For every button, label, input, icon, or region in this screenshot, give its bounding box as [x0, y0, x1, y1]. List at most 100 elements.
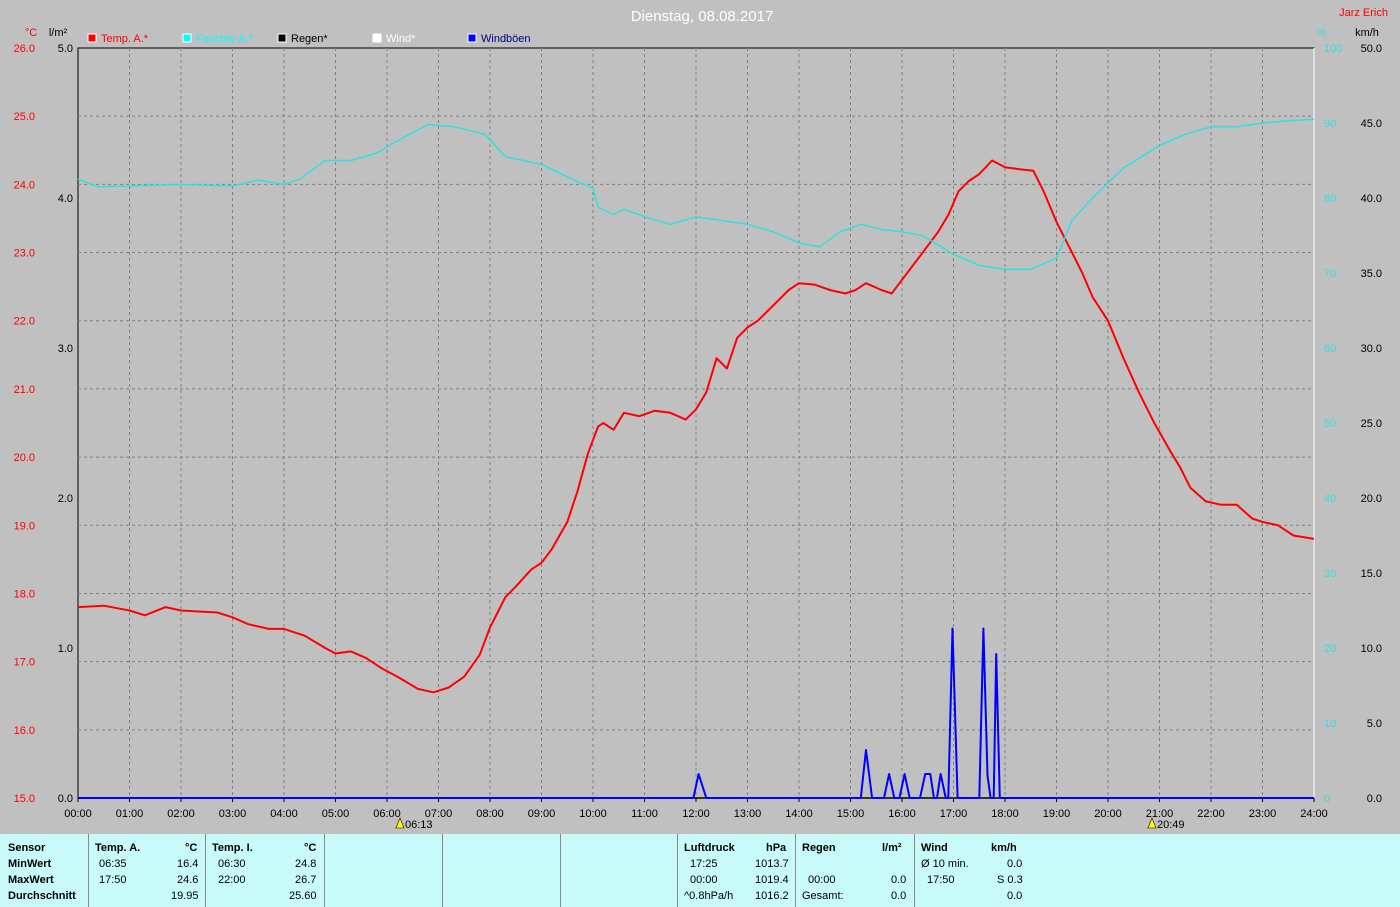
temp-unit-label: °C — [25, 27, 37, 39]
x-tick-label: 00:00 — [64, 808, 92, 820]
x-tick-label: 23:00 — [1249, 808, 1277, 820]
x-tick-label: 12:00 — [682, 808, 710, 820]
temp-i-max-time: 22:00 — [218, 874, 246, 886]
x-tick-label: 20:00 — [1094, 808, 1122, 820]
temp-i-min-time: 06:30 — [218, 858, 246, 870]
stats-col-rain: Regen l/m² 00:00 0.0 Gesamt: 0.0 — [796, 834, 915, 907]
humidity-tick-label: 50 — [1324, 418, 1336, 430]
x-tick-label: 02:00 — [167, 808, 195, 820]
pressure-max-time: 00:00 — [690, 874, 718, 886]
temp-a-unit: °C — [185, 842, 198, 854]
wind-tick-label: 50.0 — [1361, 43, 1382, 55]
sunset-time: 20:49 — [1157, 819, 1185, 830]
humidity-tick-label: 20 — [1324, 643, 1336, 655]
stats-col-empty-2 — [443, 834, 561, 907]
wind-tick-label: 30.0 — [1361, 343, 1382, 355]
legend-label-humidity: Feuchte A.* — [196, 33, 254, 45]
stats-col-wind: Wind km/h Ø 10 min. 0.0 17:50 S 0.3 0.0 — [915, 834, 1032, 907]
x-tick-label: 08:00 — [476, 808, 504, 820]
temp-tick-label: 24.0 — [14, 179, 35, 191]
row-label-avg: Durchschnitt — [8, 890, 76, 902]
rain-max-time: 00:00 — [808, 874, 836, 886]
temp-tick-label: 22.0 — [14, 316, 35, 328]
x-tick-label: 10:00 — [579, 808, 607, 820]
x-tick-label: 16:00 — [888, 808, 916, 820]
x-tick-label: 04:00 — [270, 808, 298, 820]
temp-tick-label: 20.0 — [14, 452, 35, 464]
wind-tick-label: 15.0 — [1361, 568, 1382, 580]
temp-tick-label: 15.0 — [14, 793, 35, 805]
legend-item-wind[interactable]: Wind* — [372, 33, 416, 45]
temp-tick-label: 17.0 — [14, 657, 35, 669]
x-tick-label: 13:00 — [734, 808, 762, 820]
wind-tick-label: 5.0 — [1367, 718, 1382, 730]
x-tick-label: 06:00 — [373, 808, 401, 820]
wind-tick-label: 35.0 — [1361, 268, 1382, 280]
wind-avg: 0.0 — [1007, 890, 1023, 902]
wind-tick-label: 20.0 — [1361, 493, 1382, 505]
wind-avg10: 0.0 — [1007, 858, 1023, 870]
temp-a-max: 24.6 — [177, 874, 199, 886]
rain-tick-label: 0.0 — [58, 793, 73, 805]
humidity-tick-label: 40 — [1324, 493, 1336, 505]
temp-i-unit: °C — [304, 842, 317, 854]
legend-item-rain[interactable]: Regen* — [277, 33, 328, 45]
temp-i-max: 26.7 — [295, 874, 317, 886]
legend-item-humidity[interactable]: Feuchte A.* — [182, 33, 254, 45]
legend-item-gusts[interactable]: Windböen — [467, 33, 531, 45]
wind-unit: km/h — [991, 842, 1017, 854]
rain-tick-label: 2.0 — [58, 493, 73, 505]
temp-tick-label: 25.0 — [14, 111, 35, 123]
chart-title: Dienstag, 08.08.2017 — [631, 8, 774, 25]
temp-a-min: 16.4 — [177, 858, 199, 870]
pressure-header: Luftdruck — [684, 842, 735, 854]
rain-tick-label: 4.0 — [58, 193, 73, 205]
row-label-min: MinWert — [8, 858, 52, 870]
rain-max: 0.0 — [891, 874, 907, 886]
sensor-header: Sensor — [8, 842, 46, 854]
temp-tick-label: 18.0 — [14, 588, 35, 600]
temp-tick-label: 23.0 — [14, 248, 35, 260]
temp-a-max-time: 17:50 — [99, 874, 127, 886]
rain-header: Regen — [802, 842, 836, 854]
stats-col-empty-1 — [325, 834, 443, 907]
x-tick-label: 09:00 — [528, 808, 556, 820]
wind-tick-label: 45.0 — [1361, 118, 1382, 130]
legend-label-wind: Wind* — [386, 33, 416, 45]
x-tick-label: 19:00 — [1043, 808, 1071, 820]
pressure-max: 1019.4 — [755, 874, 789, 886]
wind-tick-label: 40.0 — [1361, 193, 1382, 205]
x-tick-label: 22:00 — [1197, 808, 1225, 820]
x-tick-label: 14:00 — [785, 808, 813, 820]
humidity-tick-label: 0 — [1324, 793, 1330, 805]
humidity-tick-label: 60 — [1324, 343, 1336, 355]
wind-tick-label: 10.0 — [1361, 643, 1382, 655]
temp-i-min: 24.8 — [295, 858, 317, 870]
rain-unit-label: l/m² — [49, 27, 68, 39]
stats-panel: Sensor MinWert MaxWert Durchschnitt Temp… — [0, 834, 1400, 907]
humidity-tick-label: 100 — [1324, 43, 1342, 55]
x-tick-label: 11:00 — [631, 808, 658, 820]
legend-item-temp[interactable]: Temp. A.* — [87, 33, 149, 45]
rain-tick-label: 3.0 — [58, 343, 73, 355]
temp-tick-label: 19.0 — [14, 520, 35, 532]
humidity-tick-label: 80 — [1324, 193, 1336, 205]
legend: Temp. A.* Feuchte A.* Regen* Wind* Windb… — [87, 33, 531, 45]
temp-a-avg: 19.95 — [171, 890, 199, 902]
row-label-max: MaxWert — [8, 874, 54, 886]
legend-label-rain: Regen* — [291, 33, 328, 45]
x-tick-label: 05:00 — [322, 808, 350, 820]
humidity-unit-label: % — [1317, 27, 1327, 39]
temp-a-header: Temp. A. — [95, 842, 141, 854]
legend-label-temp: Temp. A.* — [101, 33, 149, 45]
rain-total-label: Gesamt: — [802, 890, 844, 902]
temp-tick-label: 16.0 — [14, 725, 35, 737]
temp-i-header: Temp. I. — [212, 842, 253, 854]
sunrise-marker: 06:13 — [395, 817, 433, 830]
x-tick-label: 01:00 — [116, 808, 144, 820]
wind-unit-label: km/h — [1355, 27, 1379, 39]
wind-avg10-label: Ø 10 min. — [921, 858, 969, 870]
author-label: Jarz Erich — [1339, 7, 1388, 19]
wind-header: Wind — [921, 842, 948, 854]
x-tick-label: 03:00 — [219, 808, 247, 820]
